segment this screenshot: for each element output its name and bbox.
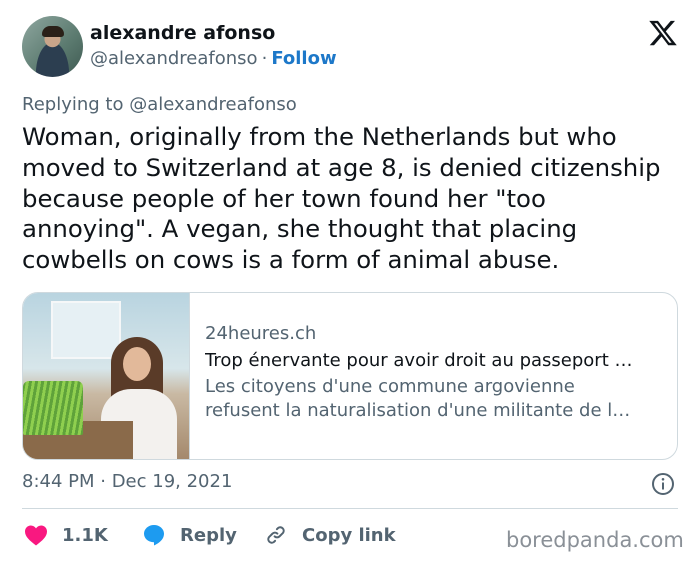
link-card-domain: 24heures.ch (205, 323, 317, 344)
link-icon (267, 526, 285, 544)
replying-to: Replying to @alexandreafonso (22, 94, 297, 115)
heart-icon (25, 525, 47, 546)
link-card-image (23, 293, 190, 459)
copy-link-button[interactable]: Copy link (264, 520, 396, 550)
follow-button[interactable]: Follow (271, 48, 336, 69)
author-display-name[interactable]: alexandre afonso (90, 22, 275, 44)
author-handle-row: @alexandreafonso · Follow (90, 48, 337, 69)
reply-bubble-icon (144, 525, 164, 546)
like-count: 1.1K (62, 524, 108, 546)
x-logo-icon[interactable] (648, 18, 678, 48)
link-card-description-line2: refusent la naturalisation d'une militan… (205, 400, 631, 421)
handle-separator: · (261, 48, 268, 69)
link-card-title: Trop énervante pour avoir droit au passe… (205, 350, 633, 371)
copy-link-label: Copy link (302, 524, 396, 546)
like-button[interactable]: 1.1K (24, 520, 108, 550)
reply-label: Reply (180, 524, 237, 546)
reply-button[interactable]: Reply (142, 520, 237, 550)
link-card[interactable]: 24heures.ch Trop énervante pour avoir dr… (22, 292, 678, 460)
info-icon[interactable] (651, 472, 675, 496)
author-handle[interactable]: @alexandreafonso (90, 48, 258, 69)
link-card-description-line1: Les citoyens d'une commune argovienne (205, 376, 575, 397)
watermark: boredpanda.com (506, 528, 684, 552)
divider (22, 508, 678, 509)
link-card-description: Les citoyens d'une commune argovienne re… (205, 375, 665, 423)
replying-prefix: Replying to (22, 94, 124, 115)
tweet-text: Woman, originally from the Netherlands b… (22, 122, 661, 275)
replying-mention[interactable]: @alexandreafonso (129, 94, 297, 115)
tweet-header: alexandre afonso @alexandreafonso · Follow (22, 16, 682, 78)
tweet-timestamp[interactable]: 8:44 PM · Dec 19, 2021 (22, 471, 232, 492)
link-card-body: 24heures.ch Trop énervante pour avoir dr… (205, 323, 665, 423)
avatar[interactable] (22, 16, 83, 77)
